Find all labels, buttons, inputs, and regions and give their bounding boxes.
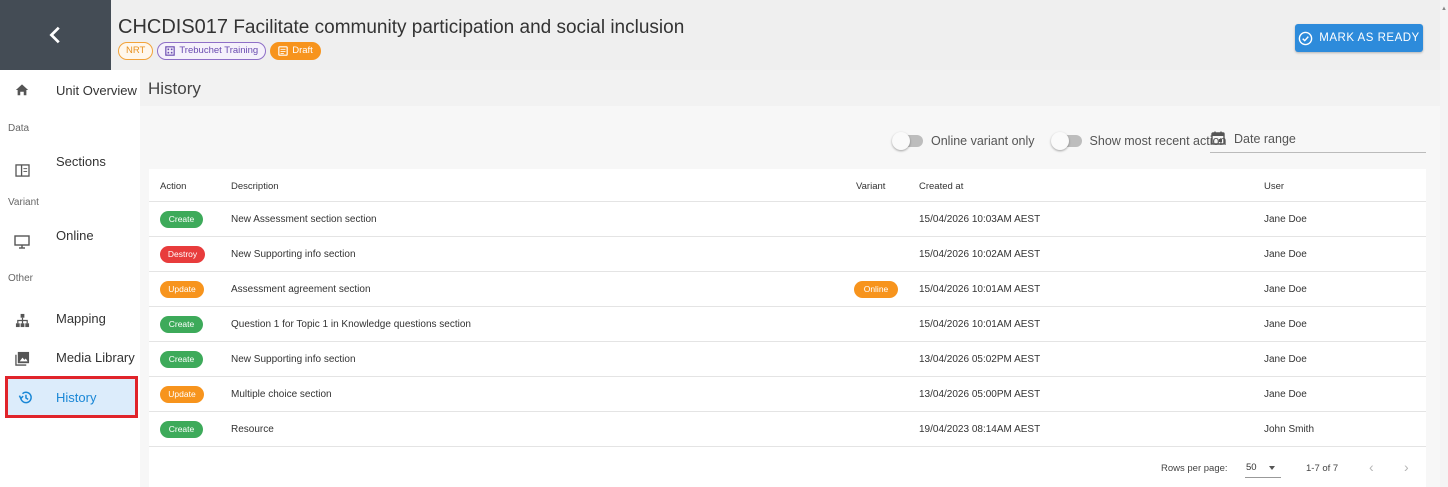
description-cell: New Supporting info section (231, 249, 356, 260)
sitemap-icon (14, 312, 30, 328)
history-table: Action Description Variant Created at Us… (149, 169, 1426, 487)
sidebar-group-variant: Variant (8, 197, 39, 208)
sidebar-item-history[interactable]: History (5, 376, 138, 418)
description-cell: Resource (231, 424, 274, 435)
sidebar-group-other: Other (8, 273, 34, 284)
description-cell: Question 1 for Topic 1 in Knowledge ques… (231, 319, 471, 330)
monitor-icon (14, 234, 30, 250)
user-cell: John Smith (1264, 424, 1315, 435)
created-at-cell: 15/04/2026 10:01AM AEST (919, 319, 1041, 330)
sections-icon (14, 162, 30, 178)
table-row[interactable]: Create Resource 19/04/2023 08:14AM AEST … (149, 412, 1426, 447)
table-row[interactable]: Create New Supporting info section 13/04… (149, 342, 1426, 377)
document-icon (278, 46, 288, 56)
date-range-field[interactable]: Date range (1210, 128, 1426, 153)
mark-as-ready-button[interactable]: MARK AS READY (1295, 24, 1423, 52)
column-header-description[interactable]: Description (231, 181, 279, 192)
created-at-cell: 15/04/2026 10:01AM AEST (919, 284, 1041, 295)
toggle-knob (1050, 132, 1069, 150)
unit-code: CHCDIS017 (118, 16, 229, 38)
action-badge: Update (160, 386, 204, 403)
column-header-action[interactable]: Action (160, 181, 186, 192)
sidebar-item-unit-overview[interactable]: Unit Overview (0, 78, 140, 102)
next-page-button[interactable]: › (1404, 459, 1409, 475)
created-at-cell: 15/04/2026 10:02AM AEST (919, 249, 1041, 260)
created-at-cell: 13/04/2026 05:02PM AEST (919, 354, 1041, 365)
sidebar-item-mapping[interactable]: Mapping (0, 308, 140, 332)
page-heading: CHCDIS017 Facilitate community participa… (118, 16, 684, 39)
table-row[interactable]: Update Assessment agreement section Onli… (149, 272, 1426, 307)
user-cell: Jane Doe (1264, 249, 1307, 260)
description-cell: Multiple choice section (231, 389, 332, 400)
scrollbar[interactable]: ▲ (1440, 0, 1448, 487)
action-badge: Create (160, 316, 203, 333)
action-badge: Create (160, 211, 203, 228)
history-filters: Online variant only Show most recent act… (890, 132, 1226, 150)
action-badge: Create (160, 351, 203, 368)
status-badge: Draft (270, 42, 321, 60)
user-cell: Jane Doe (1264, 354, 1307, 365)
back-button[interactable] (0, 0, 111, 70)
toggle-knob (892, 132, 910, 150)
organisation-chip: Trebuchet Training (157, 42, 267, 60)
previous-page-button[interactable]: ‹ (1369, 459, 1374, 475)
table-row[interactable]: Destroy New Supporting info section 15/0… (149, 237, 1426, 272)
action-badge: Update (160, 281, 204, 298)
table-row[interactable]: Create New Assessment section section 15… (149, 202, 1426, 237)
created-at-cell: 19/04/2023 08:14AM AEST (919, 424, 1041, 435)
rows-per-page-label: Rows per page: (1161, 463, 1228, 474)
rows-per-page-select[interactable]: 50 (1245, 458, 1281, 478)
unit-chips: NRT Trebuchet Training Draft (118, 42, 321, 60)
sidebar-item-media-library[interactable]: Media Library (0, 346, 140, 370)
show-most-recent-action-label: Show most recent action (1089, 134, 1227, 148)
image-library-icon (14, 350, 30, 366)
sidebar-item-online[interactable]: Online (0, 228, 140, 254)
show-most-recent-action-toggle[interactable] (1050, 132, 1082, 150)
description-cell: New Supporting info section (231, 354, 356, 365)
chevron-left-icon (48, 26, 60, 44)
page-title-bar: History (140, 70, 1440, 106)
scroll-up-arrow-icon[interactable]: ▲ (1441, 6, 1447, 12)
home-icon (14, 82, 30, 98)
column-header-variant[interactable]: Variant (856, 181, 885, 192)
pagination-range: 1-7 of 7 (1306, 463, 1339, 474)
user-cell: Jane Doe (1264, 284, 1307, 295)
building-icon (165, 46, 176, 56)
table-row[interactable]: Update Multiple choice section 13/04/202… (149, 377, 1426, 412)
date-range-placeholder: Date range (1234, 132, 1296, 146)
created-at-cell: 15/04/2026 10:03AM AEST (919, 214, 1041, 225)
online-variant-only-label: Online variant only (931, 134, 1035, 148)
column-header-user[interactable]: User (1264, 181, 1284, 192)
page-title: History (148, 79, 201, 98)
variant-badge: Online (854, 281, 898, 298)
description-cell: Assessment agreement section (231, 284, 371, 295)
sidebar-item-sections[interactable]: Sections (0, 154, 140, 182)
user-cell: Jane Doe (1264, 389, 1307, 400)
unit-header: CHCDIS017 Facilitate community participa… (0, 0, 1440, 70)
nrt-chip: NRT (118, 42, 154, 60)
calendar-icon (1211, 131, 1225, 145)
created-at-cell: 13/04/2026 05:00PM AEST (919, 389, 1041, 400)
table-header: Action Description Variant Created at Us… (149, 169, 1426, 202)
description-cell: New Assessment section section (231, 214, 377, 225)
action-badge: Create (160, 421, 203, 438)
history-icon (17, 389, 33, 405)
dropdown-arrow-icon (1269, 466, 1275, 470)
check-circle-icon (1298, 31, 1313, 45)
user-cell: Jane Doe (1264, 319, 1307, 330)
online-variant-only-toggle[interactable] (892, 132, 923, 150)
column-header-created-at[interactable]: Created at (919, 181, 963, 192)
user-cell: Jane Doe (1264, 214, 1307, 225)
table-row[interactable]: Create Question 1 for Topic 1 in Knowled… (149, 307, 1426, 342)
action-badge: Destroy (160, 246, 205, 263)
sidebar-group-data: Data (8, 123, 30, 134)
unit-title: Facilitate community participation and s… (233, 17, 685, 38)
